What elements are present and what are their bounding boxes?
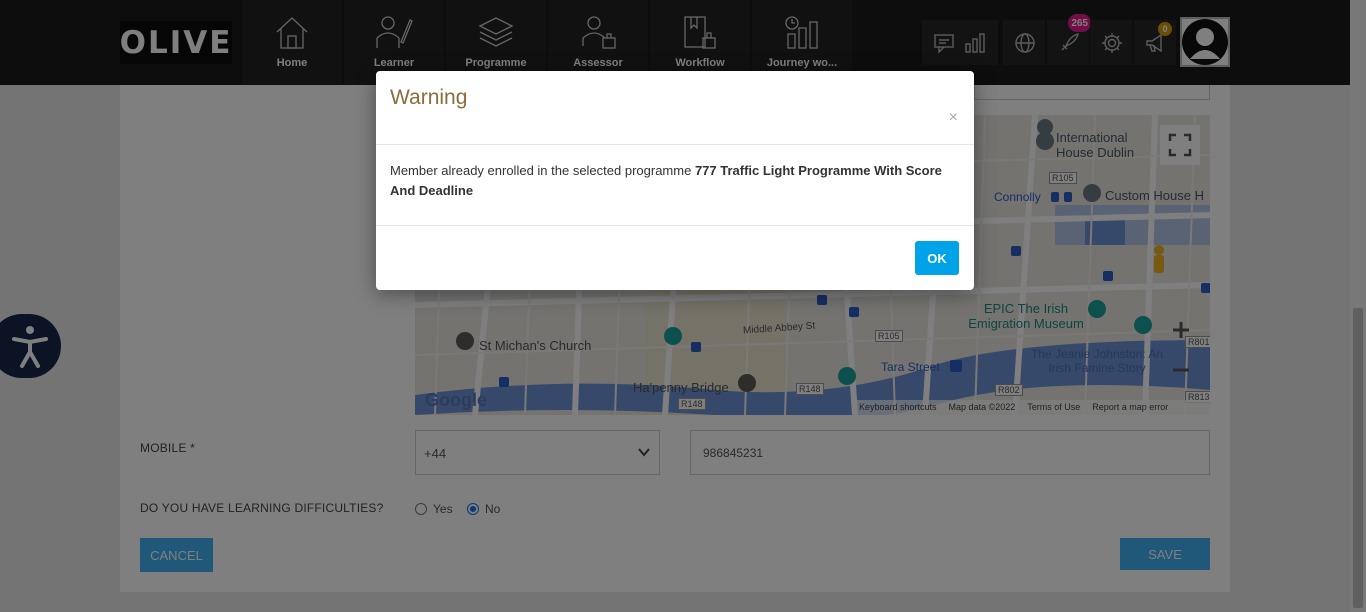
close-icon[interactable]: ×: [949, 110, 958, 126]
dialog-divider-bottom: [376, 225, 974, 226]
dialog-title: Warning: [390, 86, 468, 109]
dialog-divider-top: [376, 144, 974, 145]
ok-button[interactable]: OK: [915, 241, 959, 275]
dialog-message: Member already enrolled in the selected …: [390, 161, 960, 201]
warning-dialog: Warning × Member already enrolled in the…: [376, 71, 974, 290]
message-text: Member already enrolled in the selected …: [390, 163, 695, 178]
